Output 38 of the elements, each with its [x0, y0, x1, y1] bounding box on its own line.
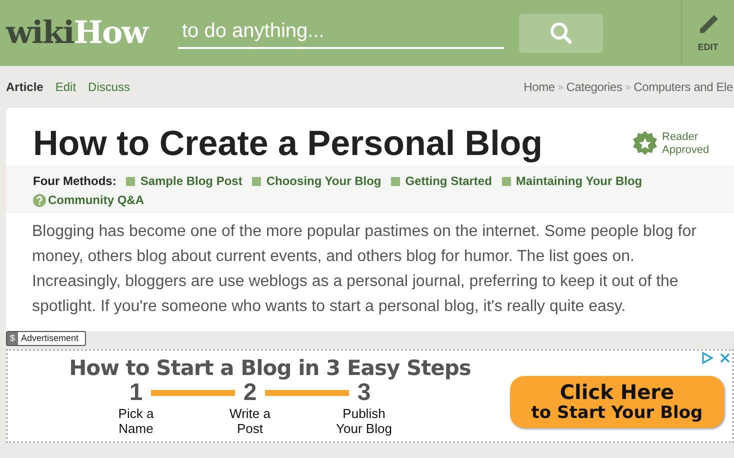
award-seal-icon [631, 130, 659, 158]
breadcrumb-separator: » [625, 82, 631, 92]
tab[interactable]: Edit [49, 80, 82, 94]
dollar-icon: $ [7, 332, 18, 345]
method-link[interactable]: Maintaining Your Blog [502, 174, 642, 188]
search-icon [549, 21, 573, 45]
edit-button[interactable]: EDIT [681, 0, 734, 66]
reader-approved-label: Reader Approved [662, 131, 710, 157]
question-icon [33, 194, 46, 206]
breadcrumb-link[interactable]: Home [524, 80, 555, 94]
methods-label: Four Methods: [33, 174, 116, 188]
step-caption: Pick a Name [117, 406, 155, 436]
search-field[interactable]: to do anything... [178, 18, 504, 48]
close-icon[interactable] [718, 351, 732, 365]
method-link[interactable]: Choosing Your Blog [252, 174, 382, 188]
breadcrumb-link[interactable]: Computers and Ele [634, 80, 733, 94]
advertisement-label: Advertisement [20, 332, 80, 345]
ad-headline: How to Start a Blog in 3 Easy Steps [69, 356, 471, 380]
logo[interactable]: wikiHow [6, 15, 172, 51]
step-caption: Write a Post [228, 406, 272, 436]
step-number: 2 [243, 380, 257, 406]
step-number: 1 [129, 380, 143, 406]
pencil-icon [697, 14, 719, 36]
method-link[interactable]: Getting Started [391, 174, 492, 188]
method-link[interactable]: Sample Blog Post [126, 174, 242, 188]
ad-choices-icon[interactable] [700, 351, 714, 365]
step-number: 3 [357, 380, 371, 406]
ad-banner[interactable]: How to Start a Blog in 3 Easy Steps 1 Pick a Name 2 Write a Post 3 Publish Your Blog Click Here to Start Your Blog [6, 349, 734, 443]
search-button[interactable] [519, 14, 603, 52]
article-title: How to Create a Personal Blog [33, 124, 543, 164]
breadcrumb-link[interactable]: Categories [566, 80, 622, 94]
tab[interactable]: Article [0, 80, 50, 94]
breadcrumb-separator: » [558, 82, 564, 92]
step-caption: Publish Your Blog [335, 406, 393, 436]
tab[interactable]: Discuss [82, 80, 136, 94]
cta-button[interactable]: Click Here to Start Your Blog [510, 376, 724, 428]
community-qa-link[interactable]: Community Q&A [48, 193, 144, 207]
intro-paragraph: Blogging has become one of the more popular pastimes on the internet. Some people blog for money, others blog about current events, and others blog for humor. The list goes on. Increasingly, bloggers are use weblogs as a personal journal, preferring to keep it out of the spotlight. If you're someone who wants to start a personal blog, it's really quite easy. [31, 222, 698, 317]
